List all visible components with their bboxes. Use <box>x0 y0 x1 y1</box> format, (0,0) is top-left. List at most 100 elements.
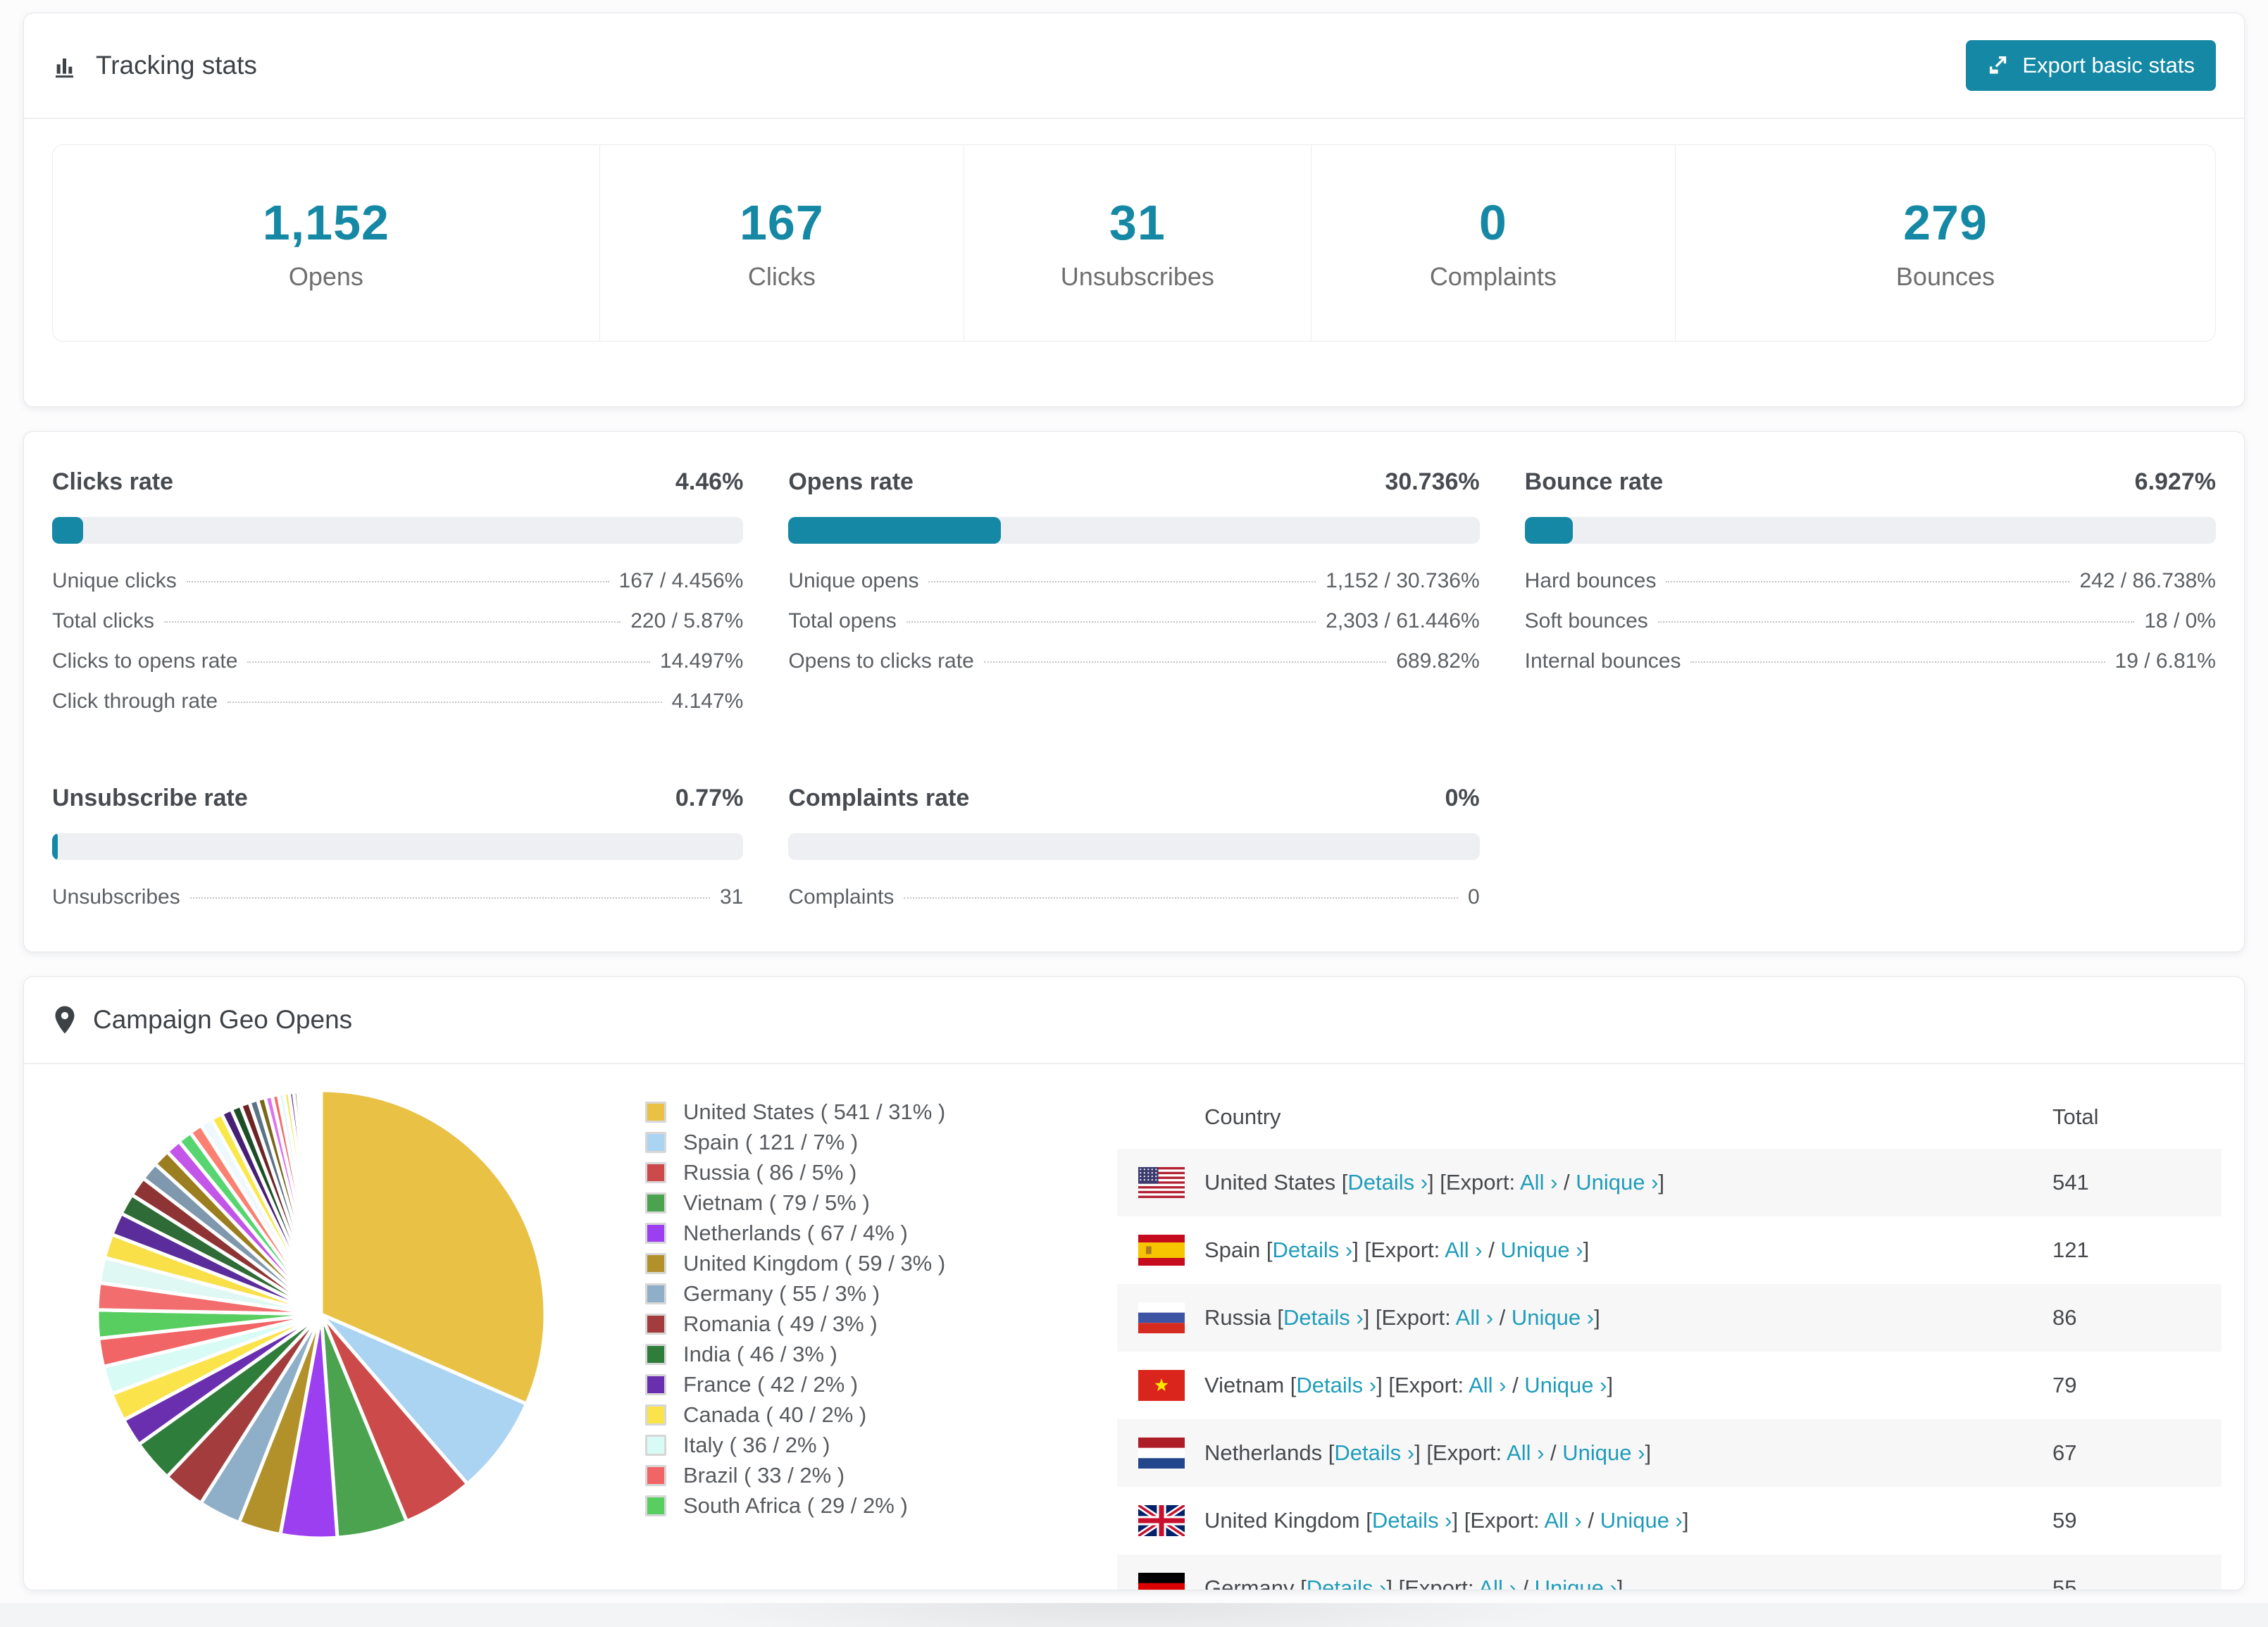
detail-row: Total opens 2,303 / 61.446% <box>788 609 1479 649</box>
rate-value: 0.77% <box>675 785 744 811</box>
legend-item-france: France ( 42 / 2% ) <box>645 1369 1117 1400</box>
export-unique-link[interactable]: Unique › <box>1600 1508 1683 1533</box>
rate-panel-opens-rate: Opens rate 30.736% Unique opens 1,152 / 30.… <box>788 468 1480 730</box>
legend-label: Canada ( 40 / 2% ) <box>683 1402 867 1427</box>
export-all-link[interactable]: All › <box>1507 1440 1544 1465</box>
legend-swatch <box>645 1192 666 1214</box>
details-link[interactable]: Details › <box>1283 1305 1364 1330</box>
total-cell: 55 <box>2052 1576 2077 1590</box>
stats-summary: 1,152 Opens 167 Clicks 31 Unsubscribes 0 Compla… <box>52 144 2216 342</box>
export-unique-link[interactable]: Unique › <box>1500 1238 1583 1262</box>
total-cell: 541 <box>2052 1170 2089 1195</box>
geo-table-row-united-kingdom: United Kingdom [Details ›] [Export: All … <box>1117 1487 2222 1554</box>
detail-rows: Unique opens 1,152 / 30.736% Total opens 2,… <box>788 569 1479 690</box>
legend-item-germany: Germany ( 55 / 3% ) <box>645 1278 1117 1309</box>
export-unique-link[interactable]: Unique › <box>1535 1576 1617 1590</box>
progress-bar <box>788 833 1480 860</box>
dotted-leader <box>247 661 650 663</box>
detail-label: Internal bounces <box>1524 649 1681 673</box>
country-name: Vietnam <box>1204 1373 1285 1397</box>
rate-title: Complaints rate <box>788 785 970 811</box>
legend-swatch <box>645 1464 666 1486</box>
export-all-link[interactable]: All › <box>1520 1170 1557 1195</box>
export-basic-stats-button[interactable]: Export basic stats <box>1966 40 2216 91</box>
geo-table-row-vietnam: Vietnam [Details ›] [Export: All › / Uni… <box>1117 1352 2222 1419</box>
detail-row: Unique opens 1,152 / 30.736% <box>788 569 1479 609</box>
geo-pie-chart <box>46 1075 645 1590</box>
detail-value: 167 / 4.456% <box>618 569 744 592</box>
legend-swatch <box>645 1313 666 1335</box>
geo-table-row-spain: Spain [Details ›] [Export: All › / Uniqu… <box>1117 1216 2222 1284</box>
geo-table-row-russia: Russia [Details ›] [Export: All › / Uniq… <box>1117 1284 2222 1352</box>
detail-label: Complaints <box>788 885 895 909</box>
country-cell: United States [Details ›] [Export: All ›… <box>1117 1167 2052 1198</box>
detail-row: Internal bounces 19 / 6.81% <box>1525 649 2216 690</box>
detail-rows: Complaints 0 <box>788 885 1479 925</box>
legend-label: Russia ( 86 / 5% ) <box>683 1159 857 1185</box>
detail-rows: Unique clicks 167 / 4.456% Total clicks 220… <box>52 569 743 730</box>
details-link[interactable]: Details › <box>1334 1440 1414 1465</box>
export-unique-link[interactable]: Unique › <box>1512 1305 1594 1330</box>
export-all-link[interactable]: All › <box>1469 1373 1506 1397</box>
legend-label: Germany ( 55 / 3% ) <box>683 1280 880 1306</box>
export-unique-link[interactable]: Unique › <box>1576 1170 1658 1195</box>
country-links: Vietnam [Details ›] [Export: All › / Uni… <box>1204 1373 1614 1397</box>
stat-label: Unsubscribes <box>1060 262 1214 291</box>
legend-swatch <box>645 1495 666 1516</box>
detail-row: Hard bounces 242 / 86.738% <box>1525 569 2216 609</box>
export-all-link[interactable]: All › <box>1456 1305 1493 1330</box>
geo-table-header-total: Total <box>2052 1104 2099 1129</box>
geo-table-header: Country Total <box>1117 1085 2222 1149</box>
country-cell: Vietnam [Details ›] [Export: All › / Uni… <box>1117 1370 2052 1401</box>
legend-swatch <box>645 1283 666 1304</box>
details-link[interactable]: Details › <box>1307 1576 1387 1590</box>
export-unique-link[interactable]: Unique › <box>1524 1373 1607 1397</box>
dotted-leader <box>228 702 662 703</box>
legend-item-russia: Russia ( 86 / 5% ) <box>645 1157 1117 1187</box>
legend-label: United States ( 541 / 31% ) <box>683 1099 946 1124</box>
geo-opens-title-text: Campaign Geo Opens <box>93 1005 353 1034</box>
stat-value: 1,152 <box>262 195 390 250</box>
detail-value: 220 / 5.87% <box>630 609 744 632</box>
detail-value: 0 <box>1467 885 1480 909</box>
country-links: Spain [Details ›] [Export: All › / Uniqu… <box>1204 1238 1590 1262</box>
tracking-stats-header: Tracking stats Export basic stats <box>24 13 2244 118</box>
detail-rows: Hard bounces 242 / 86.738% Soft bounces 18 … <box>1525 569 2216 690</box>
export-all-link[interactable]: All › <box>1445 1238 1482 1262</box>
progress-bar-fill <box>788 517 1001 544</box>
legend-item-netherlands: Netherlands ( 67 / 4% ) <box>645 1218 1117 1248</box>
country-cell: Russia [Details ›] [Export: All › / Uniq… <box>1117 1302 2052 1333</box>
details-link[interactable]: Details › <box>1372 1508 1452 1533</box>
stat-value: 0 <box>1478 195 1507 250</box>
detail-label: Unique clicks <box>52 569 177 592</box>
details-link[interactable]: Details › <box>1296 1373 1376 1397</box>
page-background-bottom <box>0 1603 2268 1627</box>
export-all-link[interactable]: All › <box>1544 1508 1581 1533</box>
page-title-text: Tracking stats <box>96 51 257 80</box>
rates-grid: Clicks rate 4.46% Unique clicks 167 / 4.456… <box>52 468 2216 925</box>
geo-opens-header: Campaign Geo Opens <box>24 977 2244 1063</box>
details-link[interactable]: Details › <box>1273 1238 1353 1262</box>
stat-label: Complaints <box>1429 262 1557 291</box>
detail-row: Unsubscribes 31 <box>52 885 743 925</box>
legend-item-vietnam: Vietnam ( 79 / 5% ) <box>645 1187 1117 1218</box>
dotted-leader <box>928 581 1316 582</box>
geo-table-row-netherlands: Netherlands [Details ›] [Export: All › /… <box>1117 1419 2222 1487</box>
detail-row: Complaints 0 <box>788 885 1479 925</box>
legend-swatch <box>645 1343 666 1365</box>
stat-box-clicks: 167 Clicks <box>600 145 964 341</box>
export-all-link[interactable]: All › <box>1478 1576 1516 1590</box>
legend-label: South Africa ( 29 / 2% ) <box>683 1492 908 1518</box>
export-unique-link[interactable]: Unique › <box>1562 1440 1645 1465</box>
rate-title: Unsubscribe rate <box>52 785 248 811</box>
bar-chart-icon <box>52 51 80 80</box>
legend-swatch <box>645 1373 666 1395</box>
detail-value: 2,303 / 61.446% <box>1326 609 1480 632</box>
rate-title: Bounce rate <box>1524 468 1664 495</box>
detail-label: Unique opens <box>788 569 919 592</box>
geo-pie-svg <box>95 1088 547 1540</box>
legend-swatch <box>645 1131 666 1153</box>
geo-table-row-germany: Germany [Details ›] [Export: All › / Uni… <box>1117 1554 2222 1590</box>
flag-icon-gb <box>1138 1505 1185 1536</box>
details-link[interactable]: Details › <box>1347 1170 1428 1195</box>
